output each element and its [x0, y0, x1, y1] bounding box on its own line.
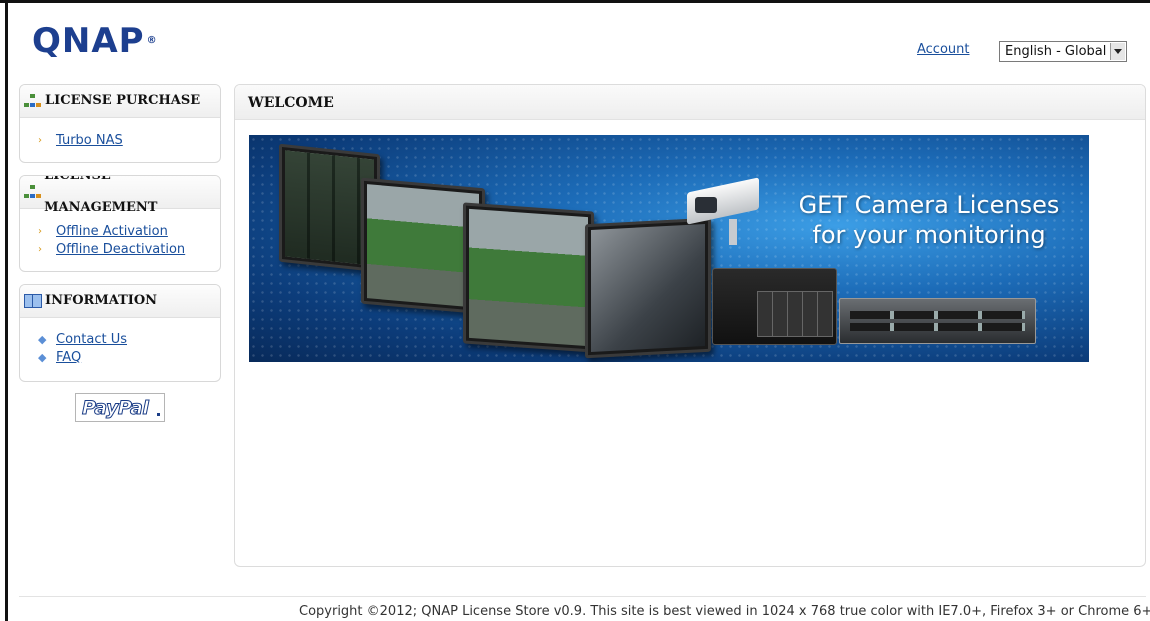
footer-divider — [19, 596, 1146, 597]
book-icon — [24, 294, 42, 308]
language-select[interactable]: English - Global — [999, 41, 1127, 62]
banner-line-2: for your monitoring — [812, 221, 1046, 249]
offline-activation-link[interactable]: Offline Activation — [56, 223, 168, 241]
license-purchase-panel: LICENSE PURCHASE › Turbo NAS — [19, 84, 221, 163]
camera-license-banner[interactable]: GET Camera Licenses for your monitoring — [249, 135, 1089, 362]
contact-us-link[interactable]: Contact Us — [56, 331, 127, 349]
logo-text: QNAP — [32, 21, 145, 61]
diamond-bullet-icon: ◆ — [38, 351, 47, 364]
arrow-bullet-icon: › — [38, 244, 42, 255]
nas-rackmount-image — [839, 298, 1036, 344]
sitemap-icon — [24, 185, 41, 199]
copyright-text: Copyright ©2012; QNAP License Store v0.9… — [299, 604, 1150, 619]
offline-deactivation-link[interactable]: Offline Deactivation — [56, 241, 185, 259]
dropdown-arrow-icon[interactable] — [1110, 43, 1125, 60]
welcome-title: WELCOME — [235, 85, 1145, 120]
information-title: INFORMATION — [45, 293, 158, 308]
faq-link[interactable]: FAQ — [56, 349, 81, 367]
paypal-text: PayPal — [81, 397, 149, 420]
license-management-panel: LICENSE MANAGEMENT › Offline Activation … — [19, 175, 221, 272]
monitor-image — [463, 202, 594, 353]
license-purchase-title: LICENSE PURCHASE — [45, 93, 201, 108]
window-frame-top — [0, 0, 1150, 3]
logo-registered-mark: ® — [146, 35, 158, 46]
sidebar-item-contact-us[interactable]: ◆ Contact Us — [38, 331, 220, 349]
sitemap-icon — [24, 94, 42, 108]
license-purchase-header: LICENSE PURCHASE — [20, 85, 220, 118]
sidebar-item-offline-activation[interactable]: › Offline Activation — [38, 223, 220, 241]
license-management-title: LICENSE MANAGEMENT — [44, 175, 158, 215]
license-management-header: LICENSE MANAGEMENT — [20, 176, 220, 215]
arrow-bullet-icon: › — [38, 135, 42, 146]
turbo-nas-link[interactable]: Turbo NAS — [56, 132, 123, 150]
window-frame-left — [5, 3, 8, 621]
paypal-logo[interactable]: PayPal — [75, 393, 165, 422]
sidebar-item-faq[interactable]: ◆ FAQ — [38, 349, 220, 367]
nas-tower-image — [712, 268, 837, 345]
banner-line-1: GET Camera Licenses — [798, 191, 1060, 219]
qnap-logo[interactable]: QNAP ® — [32, 24, 158, 58]
information-panel: INFORMATION ◆ Contact Us ◆ FAQ — [19, 284, 221, 382]
language-selected-value: English - Global — [1005, 44, 1107, 59]
sidebar-item-turbo-nas[interactable]: › Turbo NAS — [38, 132, 220, 150]
information-header: INFORMATION — [20, 285, 220, 318]
paypal-dot — [157, 413, 160, 416]
security-camera-icon — [677, 177, 773, 245]
diamond-bullet-icon: ◆ — [38, 333, 47, 346]
banner-headline: GET Camera Licenses for your monitoring — [779, 190, 1079, 250]
monitor-image — [585, 217, 711, 359]
arrow-bullet-icon: › — [38, 226, 42, 237]
account-link[interactable]: Account — [917, 42, 970, 57]
sidebar-item-offline-deactivation[interactable]: › Offline Deactivation — [38, 241, 220, 259]
